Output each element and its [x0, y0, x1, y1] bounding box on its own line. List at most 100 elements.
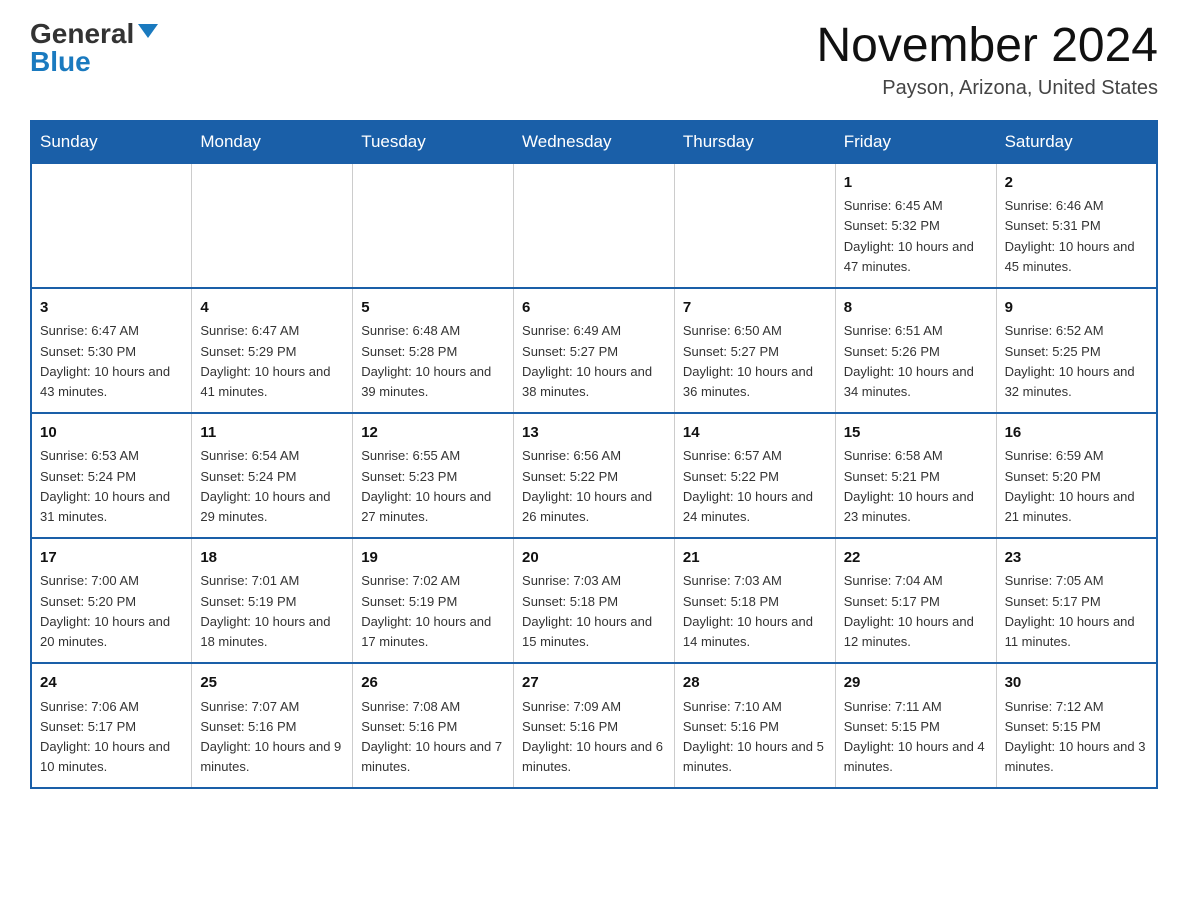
week-row-2: 3Sunrise: 6:47 AM Sunset: 5:30 PM Daylig…	[31, 288, 1157, 413]
day-info: Sunrise: 7:01 AM Sunset: 5:19 PM Dayligh…	[200, 571, 344, 652]
calendar-subtitle: Payson, Arizona, United States	[816, 77, 1158, 100]
calendar-table: SundayMondayTuesdayWednesdayThursdayFrid…	[30, 120, 1158, 789]
calendar-cell: 8Sunrise: 6:51 AM Sunset: 5:26 PM Daylig…	[835, 288, 996, 413]
day-number: 27	[522, 672, 666, 695]
day-info: Sunrise: 6:59 AM Sunset: 5:20 PM Dayligh…	[1005, 446, 1148, 527]
day-number: 14	[683, 422, 827, 445]
week-row-5: 24Sunrise: 7:06 AM Sunset: 5:17 PM Dayli…	[31, 663, 1157, 788]
calendar-cell	[353, 163, 514, 288]
day-info: Sunrise: 6:50 AM Sunset: 5:27 PM Dayligh…	[683, 321, 827, 402]
day-number: 18	[200, 547, 344, 570]
day-number: 2	[1005, 172, 1148, 195]
calendar-cell: 14Sunrise: 6:57 AM Sunset: 5:22 PM Dayli…	[674, 413, 835, 538]
day-number: 21	[683, 547, 827, 570]
calendar-cell	[514, 163, 675, 288]
calendar-cell	[192, 163, 353, 288]
day-info: Sunrise: 7:12 AM Sunset: 5:15 PM Dayligh…	[1005, 697, 1148, 778]
calendar-cell: 2Sunrise: 6:46 AM Sunset: 5:31 PM Daylig…	[996, 163, 1157, 288]
day-number: 16	[1005, 422, 1148, 445]
calendar-cell: 15Sunrise: 6:58 AM Sunset: 5:21 PM Dayli…	[835, 413, 996, 538]
calendar-header: SundayMondayTuesdayWednesdayThursdayFrid…	[31, 121, 1157, 163]
day-info: Sunrise: 6:46 AM Sunset: 5:31 PM Dayligh…	[1005, 196, 1148, 277]
calendar-cell: 17Sunrise: 7:00 AM Sunset: 5:20 PM Dayli…	[31, 538, 192, 663]
day-info: Sunrise: 7:03 AM Sunset: 5:18 PM Dayligh…	[522, 571, 666, 652]
day-number: 23	[1005, 547, 1148, 570]
calendar-cell: 23Sunrise: 7:05 AM Sunset: 5:17 PM Dayli…	[996, 538, 1157, 663]
day-info: Sunrise: 6:47 AM Sunset: 5:29 PM Dayligh…	[200, 321, 344, 402]
day-info: Sunrise: 7:08 AM Sunset: 5:16 PM Dayligh…	[361, 697, 505, 778]
logo-general: General	[30, 20, 134, 48]
day-info: Sunrise: 7:04 AM Sunset: 5:17 PM Dayligh…	[844, 571, 988, 652]
page-header: General Blue November 2024 Payson, Arizo…	[30, 20, 1158, 100]
day-number: 10	[40, 422, 183, 445]
logo-triangle-icon	[138, 24, 158, 38]
calendar-cell: 13Sunrise: 6:56 AM Sunset: 5:22 PM Dayli…	[514, 413, 675, 538]
day-number: 25	[200, 672, 344, 695]
day-number: 1	[844, 172, 988, 195]
day-number: 9	[1005, 297, 1148, 320]
day-info: Sunrise: 7:05 AM Sunset: 5:17 PM Dayligh…	[1005, 571, 1148, 652]
day-number: 4	[200, 297, 344, 320]
calendar-cell: 5Sunrise: 6:48 AM Sunset: 5:28 PM Daylig…	[353, 288, 514, 413]
day-number: 8	[844, 297, 988, 320]
column-header-friday: Friday	[835, 121, 996, 163]
column-header-wednesday: Wednesday	[514, 121, 675, 163]
calendar-cell: 10Sunrise: 6:53 AM Sunset: 5:24 PM Dayli…	[31, 413, 192, 538]
calendar-cell: 11Sunrise: 6:54 AM Sunset: 5:24 PM Dayli…	[192, 413, 353, 538]
column-header-sunday: Sunday	[31, 121, 192, 163]
day-info: Sunrise: 6:54 AM Sunset: 5:24 PM Dayligh…	[200, 446, 344, 527]
calendar-cell: 26Sunrise: 7:08 AM Sunset: 5:16 PM Dayli…	[353, 663, 514, 788]
day-info: Sunrise: 6:55 AM Sunset: 5:23 PM Dayligh…	[361, 446, 505, 527]
calendar-cell: 1Sunrise: 6:45 AM Sunset: 5:32 PM Daylig…	[835, 163, 996, 288]
day-number: 19	[361, 547, 505, 570]
column-header-monday: Monday	[192, 121, 353, 163]
week-row-1: 1Sunrise: 6:45 AM Sunset: 5:32 PM Daylig…	[31, 163, 1157, 288]
day-number: 7	[683, 297, 827, 320]
calendar-cell: 29Sunrise: 7:11 AM Sunset: 5:15 PM Dayli…	[835, 663, 996, 788]
calendar-cell: 6Sunrise: 6:49 AM Sunset: 5:27 PM Daylig…	[514, 288, 675, 413]
day-number: 28	[683, 672, 827, 695]
day-info: Sunrise: 6:51 AM Sunset: 5:26 PM Dayligh…	[844, 321, 988, 402]
day-info: Sunrise: 6:58 AM Sunset: 5:21 PM Dayligh…	[844, 446, 988, 527]
days-of-week-row: SundayMondayTuesdayWednesdayThursdayFrid…	[31, 121, 1157, 163]
calendar-cell: 3Sunrise: 6:47 AM Sunset: 5:30 PM Daylig…	[31, 288, 192, 413]
calendar-cell: 18Sunrise: 7:01 AM Sunset: 5:19 PM Dayli…	[192, 538, 353, 663]
calendar-cell: 25Sunrise: 7:07 AM Sunset: 5:16 PM Dayli…	[192, 663, 353, 788]
day-info: Sunrise: 7:11 AM Sunset: 5:15 PM Dayligh…	[844, 697, 988, 778]
day-number: 15	[844, 422, 988, 445]
day-number: 20	[522, 547, 666, 570]
day-info: Sunrise: 7:07 AM Sunset: 5:16 PM Dayligh…	[200, 697, 344, 778]
calendar-cell: 24Sunrise: 7:06 AM Sunset: 5:17 PM Dayli…	[31, 663, 192, 788]
calendar-cell: 22Sunrise: 7:04 AM Sunset: 5:17 PM Dayli…	[835, 538, 996, 663]
calendar-cell	[31, 163, 192, 288]
logo-blue: Blue	[30, 48, 91, 76]
calendar-cell: 20Sunrise: 7:03 AM Sunset: 5:18 PM Dayli…	[514, 538, 675, 663]
column-header-thursday: Thursday	[674, 121, 835, 163]
column-header-saturday: Saturday	[996, 121, 1157, 163]
day-info: Sunrise: 7:06 AM Sunset: 5:17 PM Dayligh…	[40, 697, 183, 778]
week-row-3: 10Sunrise: 6:53 AM Sunset: 5:24 PM Dayli…	[31, 413, 1157, 538]
calendar-cell: 19Sunrise: 7:02 AM Sunset: 5:19 PM Dayli…	[353, 538, 514, 663]
calendar-cell	[674, 163, 835, 288]
day-info: Sunrise: 6:47 AM Sunset: 5:30 PM Dayligh…	[40, 321, 183, 402]
day-number: 17	[40, 547, 183, 570]
day-info: Sunrise: 6:57 AM Sunset: 5:22 PM Dayligh…	[683, 446, 827, 527]
day-number: 30	[1005, 672, 1148, 695]
calendar-cell: 7Sunrise: 6:50 AM Sunset: 5:27 PM Daylig…	[674, 288, 835, 413]
calendar-cell: 4Sunrise: 6:47 AM Sunset: 5:29 PM Daylig…	[192, 288, 353, 413]
calendar-cell: 30Sunrise: 7:12 AM Sunset: 5:15 PM Dayli…	[996, 663, 1157, 788]
week-row-4: 17Sunrise: 7:00 AM Sunset: 5:20 PM Dayli…	[31, 538, 1157, 663]
calendar-cell: 12Sunrise: 6:55 AM Sunset: 5:23 PM Dayli…	[353, 413, 514, 538]
day-number: 26	[361, 672, 505, 695]
day-number: 5	[361, 297, 505, 320]
calendar-cell: 28Sunrise: 7:10 AM Sunset: 5:16 PM Dayli…	[674, 663, 835, 788]
day-number: 24	[40, 672, 183, 695]
day-info: Sunrise: 6:56 AM Sunset: 5:22 PM Dayligh…	[522, 446, 666, 527]
day-number: 22	[844, 547, 988, 570]
calendar-cell: 16Sunrise: 6:59 AM Sunset: 5:20 PM Dayli…	[996, 413, 1157, 538]
day-info: Sunrise: 6:45 AM Sunset: 5:32 PM Dayligh…	[844, 196, 988, 277]
day-info: Sunrise: 7:09 AM Sunset: 5:16 PM Dayligh…	[522, 697, 666, 778]
calendar-title: November 2024	[816, 20, 1158, 73]
day-info: Sunrise: 6:48 AM Sunset: 5:28 PM Dayligh…	[361, 321, 505, 402]
day-number: 29	[844, 672, 988, 695]
